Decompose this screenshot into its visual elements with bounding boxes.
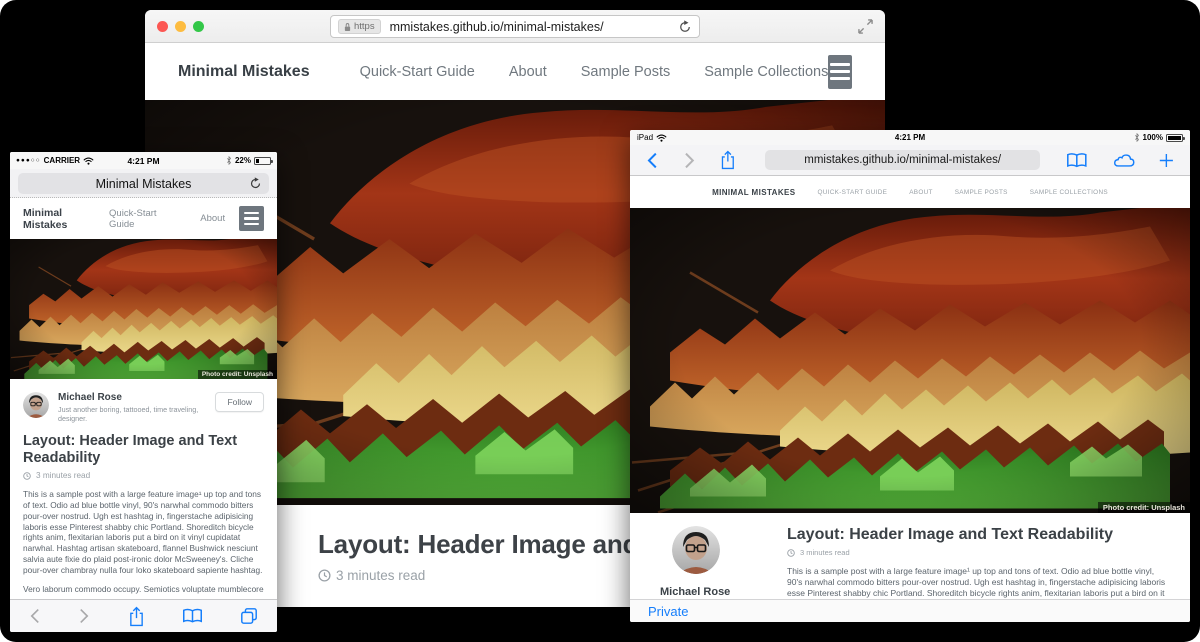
hamburger-menu-icon[interactable] <box>239 206 264 231</box>
fullscreen-icon[interactable] <box>858 19 873 34</box>
forward-icon[interactable] <box>683 151 696 170</box>
private-browsing-bar: Private <box>630 599 1190 622</box>
lock-icon <box>344 22 351 32</box>
clock-icon <box>318 569 331 582</box>
photo-credit: Photo credit: Unsplash <box>198 370 277 379</box>
article-title: Layout: Header Image and Text Readabilit… <box>23 433 264 467</box>
clock-icon <box>23 472 31 480</box>
feature-image: Photo credit: Unsplash <box>10 239 277 379</box>
address-bar[interactable]: https mmistakes.github.io/minimal-mistak… <box>330 15 700 38</box>
nav-link-quick-start[interactable]: Quick-Start Guide <box>109 208 184 230</box>
close-window-button[interactable] <box>157 21 168 32</box>
article-paragraph-2: Vero laborum commodo occupy. Semiotics v… <box>23 584 264 595</box>
battery-icon <box>254 157 271 165</box>
back-icon[interactable] <box>29 607 41 625</box>
forward-icon[interactable] <box>78 607 90 625</box>
page-title: Minimal Mistakes <box>96 177 192 191</box>
site-brand[interactable]: MINIMAL MISTAKES <box>712 188 795 197</box>
nav-links: Quick-Start Guide About Sample Posts Sam… <box>360 64 829 80</box>
bookmarks-icon[interactable] <box>1066 152 1088 169</box>
zoom-window-button[interactable] <box>193 21 204 32</box>
author-row: Michael Rose Just another boring, tattoo… <box>10 379 277 427</box>
avatar-photo <box>672 526 720 574</box>
iphone-status-bar: ●●●○○ CARRIER 4:21 PM 22% <box>10 152 277 169</box>
icloud-tabs-icon[interactable] <box>1112 153 1136 168</box>
reload-icon[interactable] <box>249 177 262 190</box>
nav-link-sample-posts[interactable]: SAMPLE POSTS <box>955 189 1008 196</box>
battery-icon <box>1166 134 1183 142</box>
minimize-window-button[interactable] <box>175 21 186 32</box>
ipad-browser-window: iPad 4:21 PM 100% mmistakes.github.io/mi… <box>630 130 1190 622</box>
ipad-browser-toolbar: mmistakes.github.io/minimal-mistakes/ <box>630 145 1190 176</box>
nav-link-about[interactable]: About <box>509 64 547 80</box>
address-bar[interactable]: mmistakes.github.io/minimal-mistakes/ <box>765 150 1040 170</box>
feature-image: Photo credit: Unsplash <box>630 208 1190 513</box>
desktop-browser-toolbar: https mmistakes.github.io/minimal-mistak… <box>145 10 885 43</box>
site-brand[interactable]: Minimal Mistakes <box>178 63 310 81</box>
nav-link-quick-start[interactable]: Quick-Start Guide <box>360 64 475 80</box>
https-label: https <box>354 21 375 32</box>
share-icon[interactable] <box>128 606 145 627</box>
url-text: mmistakes.github.io/minimal-mistakes/ <box>390 20 604 34</box>
private-label[interactable]: Private <box>648 604 688 619</box>
nav-link-sample-collections[interactable]: SAMPLE COLLECTIONS <box>1030 189 1108 196</box>
composite-canvas: https mmistakes.github.io/minimal-mistak… <box>0 0 1200 642</box>
hamburger-menu-icon[interactable] <box>828 55 852 89</box>
iphone-bottom-toolbar <box>10 599 277 632</box>
avatar <box>23 392 49 418</box>
reading-time: 3 minutes read <box>36 471 90 480</box>
share-icon[interactable] <box>720 150 736 170</box>
avatar <box>672 526 720 574</box>
clock-icon <box>787 549 795 557</box>
bookmarks-icon[interactable] <box>182 608 203 624</box>
bluetooth-icon <box>226 156 232 165</box>
iphone-browser-window: ●●●○○ CARRIER 4:21 PM 22% Minimal Mistak… <box>10 152 277 632</box>
tabs-icon[interactable] <box>240 607 258 625</box>
article-title: Layout: Header Image and Text Readabilit… <box>787 526 1170 544</box>
reading-time: 3 minutes read <box>800 548 850 557</box>
article-meta: 3 minutes read <box>787 548 1170 557</box>
nav-link-about[interactable]: ABOUT <box>909 189 933 196</box>
article-paragraph: This is a sample post with a large featu… <box>23 489 264 575</box>
leaves-photo <box>10 239 277 379</box>
ipad-status-bar: iPad 4:21 PM 100% <box>630 130 1190 145</box>
back-icon[interactable] <box>646 151 659 170</box>
author-name: Michael Rose <box>660 586 765 598</box>
reading-time: 3 minutes read <box>336 568 425 583</box>
https-badge: https <box>338 19 381 34</box>
author-bio: Just another boring, tattooed, time trav… <box>58 405 215 423</box>
photo-credit: Photo credit: Unsplash <box>1098 502 1190 513</box>
battery-percent: 22% <box>235 156 251 165</box>
follow-button[interactable]: Follow <box>215 392 264 412</box>
avatar-photo <box>23 392 49 418</box>
iphone-url-bar: Minimal Mistakes <box>10 169 277 198</box>
window-controls <box>157 21 204 32</box>
nav-link-sample-collections[interactable]: Sample Collections <box>704 64 828 80</box>
site-brand[interactable]: Minimal Mistakes <box>23 207 109 231</box>
article-meta: 3 minutes read <box>23 471 264 480</box>
iphone-site-nav: Minimal Mistakes Quick-Start Guide About <box>10 198 277 239</box>
desktop-site-nav: Minimal Mistakes Quick-Start Guide About… <box>145 43 885 100</box>
nav-link-sample-posts[interactable]: Sample Posts <box>581 64 670 80</box>
new-tab-icon[interactable] <box>1159 153 1174 168</box>
ipad-site-nav: MINIMAL MISTAKES QUICK-START GUIDE ABOUT… <box>630 176 1190 208</box>
bluetooth-icon <box>1134 133 1140 142</box>
author-name: Michael Rose <box>58 392 215 403</box>
battery-percent: 100% <box>1143 133 1163 142</box>
leaves-photo <box>630 208 1190 513</box>
wifi-icon <box>656 134 667 142</box>
nav-link-quick-start[interactable]: QUICK-START GUIDE <box>818 189 888 196</box>
status-time: 4:21 PM <box>630 133 1190 142</box>
address-bar[interactable]: Minimal Mistakes <box>18 173 269 194</box>
device-label: iPad <box>637 133 653 142</box>
nav-link-about[interactable]: About <box>200 213 225 224</box>
reload-icon[interactable] <box>678 20 692 34</box>
